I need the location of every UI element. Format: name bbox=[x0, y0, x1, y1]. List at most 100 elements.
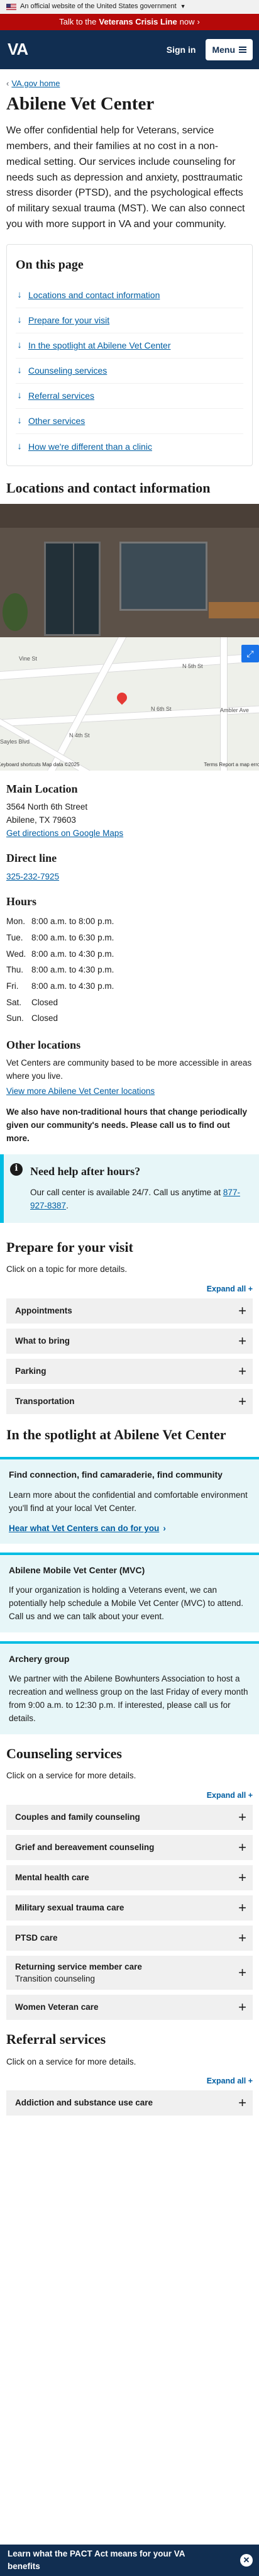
plus-icon: + bbox=[238, 1965, 246, 1981]
gov-banner-text: An official website of the United States… bbox=[20, 3, 177, 11]
chevron-right-icon: › bbox=[197, 16, 200, 26]
accordion-label: Parking bbox=[15, 1366, 47, 1376]
on-this-page-link-label[interactable]: How we're different than a clinic bbox=[28, 440, 152, 453]
counseling-expand-all[interactable]: Expand all + bbox=[6, 1790, 253, 1801]
accordion-item[interactable]: Addiction and substance use care + bbox=[6, 2090, 253, 2116]
map-footer-right[interactable]: Terms Report a map error bbox=[204, 761, 259, 769]
hours-time: 8:00 a.m. to 4:30 p.m. bbox=[31, 965, 114, 975]
directions-link[interactable]: Get directions on Google Maps bbox=[6, 828, 123, 838]
crisis-bold: Veterans Crisis Line bbox=[99, 16, 177, 26]
prepare-expand-all[interactable]: Expand all + bbox=[6, 1283, 253, 1295]
counseling-subtitle: Click on a service for more details. bbox=[6, 1771, 136, 1781]
accordion-label: Women Veteran care bbox=[15, 2002, 99, 2012]
plus-icon: + bbox=[238, 1363, 246, 1379]
accordion-label: Returning service member care bbox=[15, 1961, 142, 1971]
non-traditional-hours-note: We also have non-traditional hours that … bbox=[6, 1107, 248, 1143]
accordion-label: PTSD care bbox=[15, 1933, 58, 1943]
accordion-label-wrap: Couples and family counseling bbox=[15, 1811, 140, 1824]
referral-subtitle: Click on a service for more details. bbox=[6, 2056, 136, 2066]
on-this-page-link-label[interactable]: Referral services bbox=[28, 389, 94, 402]
va-logo[interactable]: VA bbox=[8, 38, 28, 62]
accordion-item[interactable]: Appointments + bbox=[6, 1298, 253, 1324]
hours-day: Thu. bbox=[6, 965, 24, 975]
on-this-page-link-label[interactable]: Locations and contact information bbox=[28, 289, 160, 301]
accordion-item[interactable]: Transportation + bbox=[6, 1388, 253, 1414]
chevron-down-icon: ▼ bbox=[180, 3, 186, 10]
referral-expand-all[interactable]: Expand all + bbox=[6, 2075, 253, 2087]
breadcrumb-home-link[interactable]: VA.gov home bbox=[11, 78, 60, 90]
plus-icon: + bbox=[238, 1839, 246, 1856]
direct-line-title: Direct line bbox=[6, 852, 57, 864]
hours-row: Mon. 8:00 a.m. to 8:00 p.m. bbox=[6, 913, 253, 930]
on-this-page-link[interactable]: ↓ Other services bbox=[16, 409, 243, 434]
plus-icon: + bbox=[238, 2095, 246, 2111]
hours-day: Fri. bbox=[6, 981, 19, 991]
on-this-page: On this page ↓ Locations and contact info… bbox=[6, 243, 253, 466]
hours-row: Thu. 8:00 a.m. to 4:30 p.m. bbox=[6, 962, 253, 978]
accordion-item[interactable]: Couples and family counseling + bbox=[6, 1805, 253, 1831]
on-this-page-link[interactable]: ↓ In the spotlight at Abilene Vet Center bbox=[16, 333, 243, 359]
accordion-label: Mental health care bbox=[15, 1873, 89, 1883]
after-hours-text: Our call center is available 24/7. Call … bbox=[30, 1187, 240, 1211]
close-icon[interactable]: ✕ bbox=[240, 2554, 253, 2567]
accordion-item[interactable]: Military sexual trauma care + bbox=[6, 1895, 253, 1921]
spotlight-card-link[interactable]: Hear what Vet Centers can do for you › bbox=[9, 1522, 250, 1535]
accordion-item[interactable]: Returning service member care Transition … bbox=[6, 1956, 253, 1990]
expand-map-icon[interactable]: ⤢ bbox=[241, 645, 259, 663]
accordion-label-wrap: Parking bbox=[15, 1365, 47, 1378]
on-this-page-link-label[interactable]: Other services bbox=[28, 415, 85, 427]
plus-icon: + bbox=[238, 1302, 246, 1319]
gov-banner[interactable]: An official website of the United States… bbox=[0, 0, 259, 14]
after-hours-title: Need help after hours? bbox=[30, 1164, 141, 1178]
hours-title: Hours bbox=[6, 895, 37, 908]
spotlight-card-title: Archery group bbox=[9, 1654, 70, 1664]
on-this-page-link[interactable]: ↓ Locations and contact information bbox=[16, 283, 243, 308]
spotlight-heading: In the spotlight at Abilene Vet Center bbox=[6, 1426, 226, 1442]
arrow-down-icon: ↓ bbox=[17, 340, 22, 351]
accordion-label: What to bring bbox=[15, 1336, 70, 1346]
hours-time: 8:00 a.m. to 6:30 p.m. bbox=[31, 933, 114, 943]
hours-time: Closed bbox=[31, 997, 58, 1007]
accordion-label: Transportation bbox=[15, 1397, 75, 1407]
location-map[interactable]: Vine St N 4th St Sayles Blvd N 5th St Am… bbox=[0, 637, 259, 771]
accordion-label-wrap: Appointments bbox=[15, 1305, 72, 1317]
on-this-page-link[interactable]: ↓ Counseling services bbox=[16, 359, 243, 384]
more-locations-link[interactable]: View more Abilene Vet Center locations bbox=[6, 1086, 155, 1096]
accordion-item[interactable]: Parking + bbox=[6, 1358, 253, 1384]
sign-in-button[interactable]: Sign in bbox=[167, 43, 196, 56]
plus-icon: + bbox=[238, 1809, 246, 1826]
spotlight-card-title: Abilene Mobile Vet Center (MVC) bbox=[9, 1565, 145, 1575]
accordion-label-wrap: Transportation bbox=[15, 1395, 75, 1408]
hours-day: Wed. bbox=[6, 949, 26, 959]
accordion-label: Military sexual trauma care bbox=[15, 1903, 124, 1913]
on-this-page-link-label[interactable]: Prepare for your visit bbox=[28, 314, 109, 326]
accordion-item[interactable]: Women Veteran care + bbox=[6, 1995, 253, 2021]
pact-act-banner[interactable]: Learn what the PACT Act means for your V… bbox=[0, 2545, 259, 2576]
facility-photo bbox=[0, 504, 259, 638]
crisis-line-bar[interactable]: Talk to the Veterans Crisis Line now › bbox=[0, 14, 259, 30]
spotlight-card-title: Find connection, find camaraderie, find … bbox=[9, 1469, 223, 1480]
accordion-item[interactable]: PTSD care + bbox=[6, 1926, 253, 1951]
accordion-label: Grief and bereavement counseling bbox=[15, 1843, 155, 1853]
accordion-item[interactable]: What to bring + bbox=[6, 1328, 253, 1354]
accordion-label-wrap: Returning service member care Transition … bbox=[15, 1961, 142, 1985]
phone-link[interactable]: 325-232-7925 bbox=[6, 872, 59, 881]
on-this-page-link[interactable]: ↓ Referral services bbox=[16, 384, 243, 409]
counseling-heading: Counseling services bbox=[6, 1746, 122, 1762]
on-this-page-link[interactable]: ↓ How we're different than a clinic bbox=[16, 434, 243, 459]
plus-icon: + bbox=[238, 1930, 246, 1946]
on-this-page-link[interactable]: ↓ Prepare for your visit bbox=[16, 308, 243, 333]
accordion-item[interactable]: Grief and bereavement counseling + bbox=[6, 1835, 253, 1861]
location-pin-icon[interactable] bbox=[114, 690, 130, 705]
prepare-heading: Prepare for your visit bbox=[6, 1239, 133, 1255]
accordion-item[interactable]: Mental health care + bbox=[6, 1865, 253, 1891]
after-hours-alert: i Need help after hours? Our call center… bbox=[0, 1154, 259, 1223]
hours-row: Sat. Closed bbox=[6, 995, 253, 1011]
hours-day: Sat. bbox=[6, 997, 22, 1007]
accordion-label-wrap: Addiction and substance use care bbox=[15, 2097, 153, 2109]
on-this-page-link-label[interactable]: Counseling services bbox=[28, 364, 107, 377]
menu-button[interactable]: Menu bbox=[206, 38, 253, 61]
map-label-vine: Vine St bbox=[19, 655, 37, 662]
address-line-1: 3564 North 6th Street bbox=[6, 802, 88, 812]
on-this-page-link-label[interactable]: In the spotlight at Abilene Vet Center bbox=[28, 339, 171, 352]
